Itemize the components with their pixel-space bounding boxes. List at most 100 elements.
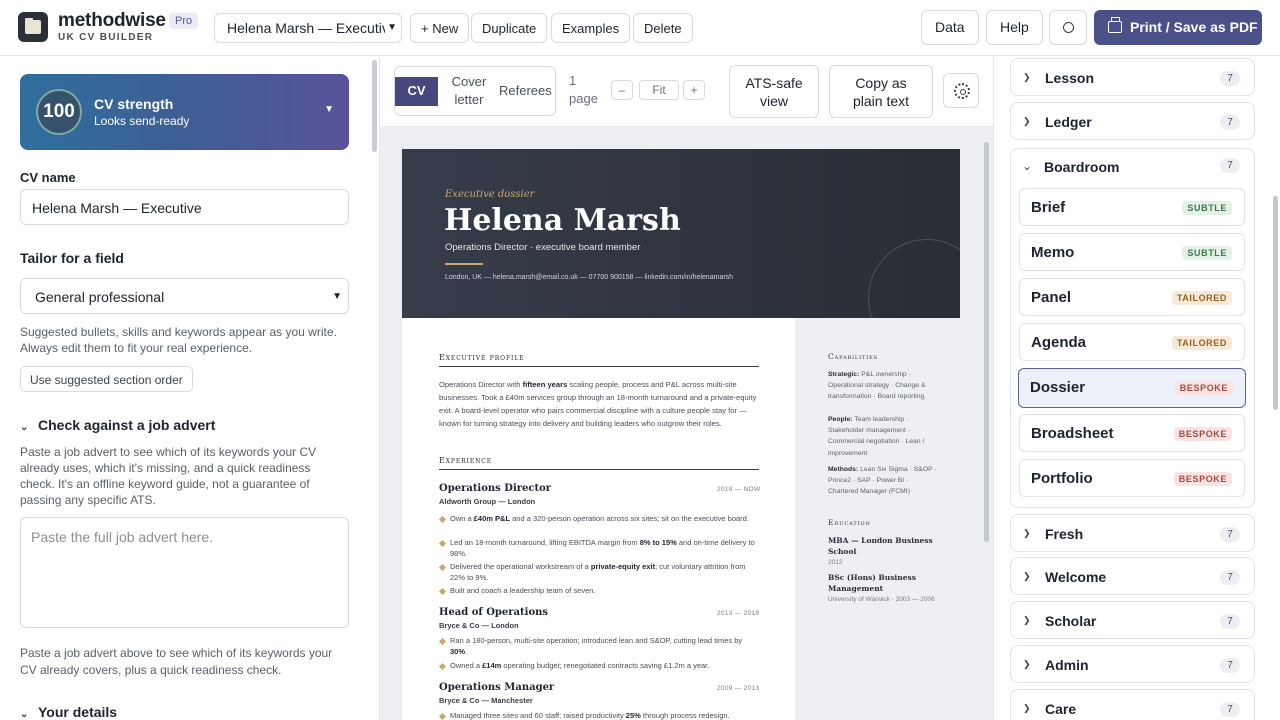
zoom-in-button[interactable]: + bbox=[683, 80, 705, 100]
template-memo[interactable]: Memo SUBTLE bbox=[1019, 233, 1245, 271]
cv-header: Executive dossier Helena Marsh Operation… bbox=[402, 149, 960, 318]
job-role: Operations Manager bbox=[439, 682, 555, 693]
cv-strength-card[interactable]: 100 CV strength Looks send-ready ▼ bbox=[20, 74, 349, 150]
template-agenda[interactable]: Agenda TAILORED bbox=[1019, 323, 1245, 361]
details-toggle[interactable]: ⌄ Your details bbox=[20, 704, 117, 720]
template-group-scholar[interactable]: ❯ Scholar 7 bbox=[1010, 601, 1255, 639]
group-count: 7 bbox=[1220, 115, 1240, 130]
template-name: Dossier bbox=[1030, 379, 1086, 396]
chevron-down-icon: ⌄ bbox=[20, 422, 29, 433]
template-scrollbar[interactable] bbox=[1273, 196, 1278, 410]
education-detail: University of Warwick · 2003 — 2006 bbox=[828, 596, 935, 603]
capabilities-heading: Capabilities bbox=[828, 352, 878, 361]
chevron-down-icon: ⌄ bbox=[20, 709, 29, 720]
chevron-right-icon: ❯ bbox=[1023, 615, 1031, 625]
job-advert-textarea[interactable]: Paste the full job advert here. bbox=[20, 517, 349, 628]
capability-item: Strategic: P&L ownership · Operational s… bbox=[828, 369, 938, 403]
chevron-right-icon: ❯ bbox=[1023, 72, 1031, 82]
job-advert-toggle[interactable]: ⌄ Check against a job advert bbox=[20, 417, 215, 433]
job-advert-note: Paste a job advert to see which of its k… bbox=[20, 445, 317, 507]
section-order-button[interactable]: Use suggested section order bbox=[20, 366, 193, 392]
template-group-care[interactable]: ❯ Care 7 bbox=[1010, 689, 1255, 720]
template-brief[interactable]: Brief SUBTLE bbox=[1019, 188, 1245, 226]
job-company: Bryce & Co — Manchester bbox=[439, 696, 533, 705]
bullet-text: . bbox=[465, 646, 468, 656]
data-button[interactable]: Data bbox=[921, 10, 979, 45]
template-panel-item[interactable]: Panel TAILORED bbox=[1019, 278, 1245, 316]
template-dossier[interactable]: Dossier BESPOKE bbox=[1018, 368, 1246, 408]
group-name: Welcome bbox=[1045, 569, 1107, 585]
template-group-lesson[interactable]: ❯ Lesson 7 bbox=[1010, 58, 1255, 96]
template-group-ledger[interactable]: ❯ Ledger 7 bbox=[1010, 102, 1255, 140]
new-button[interactable]: + New bbox=[410, 13, 470, 43]
page-count: 1 page bbox=[569, 73, 598, 106]
decorative-circle bbox=[868, 239, 960, 318]
capability-item: People: Team leadership · Stakeholder ma… bbox=[828, 414, 938, 459]
tab-cover-letter[interactable]: Cover letter bbox=[442, 73, 496, 115]
caret-down-icon: ▼ bbox=[324, 104, 334, 115]
preview-scrollbar[interactable] bbox=[984, 142, 989, 542]
theme-toggle-button[interactable] bbox=[1049, 10, 1087, 45]
profile-text: Operations Director with fifteen years s… bbox=[439, 378, 759, 430]
diamond-bullet-icon bbox=[438, 662, 447, 671]
group-name[interactable]: Boardroom bbox=[1044, 159, 1119, 175]
template-portfolio[interactable]: Portfolio BESPOKE bbox=[1019, 459, 1245, 497]
duplicate-button[interactable]: Duplicate bbox=[471, 13, 548, 43]
editor-scrollbar[interactable] bbox=[372, 60, 377, 152]
diamond-bullet-icon bbox=[438, 712, 447, 720]
cv-select[interactable]: Helena Marsh — Executive ▼ bbox=[214, 13, 402, 43]
template-group-welcome[interactable]: ❯ Welcome 7 bbox=[1010, 557, 1255, 595]
cv-name-input[interactable]: Helena Marsh — Executive bbox=[20, 189, 349, 225]
examples-button[interactable]: Examples bbox=[551, 13, 631, 43]
bullet-bold: £40m P&L bbox=[473, 514, 511, 523]
pro-badge: Pro bbox=[169, 13, 199, 29]
cv-select-value: Helena Marsh — Executive bbox=[227, 20, 397, 36]
zoom-out-button[interactable]: – bbox=[611, 80, 633, 100]
zoom-fit-button[interactable]: Fit bbox=[639, 80, 679, 100]
template-group-fresh[interactable]: ❯ Fresh 7 bbox=[1010, 514, 1255, 552]
preview-settings-button[interactable] bbox=[943, 73, 979, 108]
gear-icon bbox=[954, 83, 970, 99]
education-heading: Education bbox=[828, 518, 871, 527]
field-select[interactable]: General professional ▼ bbox=[20, 278, 349, 314]
bullet-text: Managed three sites and 60 staff; raised… bbox=[450, 711, 626, 720]
profile-heading: Executive profile bbox=[439, 353, 759, 367]
print-button[interactable]: Print / Save as PDF bbox=[1094, 10, 1262, 45]
bullet-text: Owned a bbox=[450, 661, 483, 670]
template-badge: BESPOKE bbox=[1173, 472, 1232, 486]
gold-divider bbox=[445, 263, 483, 265]
bullet-text: Delivered the operational workstream of … bbox=[450, 562, 591, 571]
education-detail: 2012 bbox=[828, 559, 843, 566]
template-badge: TAILORED bbox=[1171, 336, 1232, 350]
preview-area: CV Cover letter Referees 1 page – Fit + … bbox=[380, 56, 993, 720]
strength-status: Looks send-ready bbox=[94, 114, 190, 128]
template-badge: TAILORED bbox=[1171, 291, 1232, 305]
ats-safe-view-button[interactable]: ATS-safe view bbox=[729, 65, 819, 118]
cv-contact: London, UK — helena.marsh@email.co.uk — … bbox=[445, 274, 734, 281]
bullet-text: Led an 18-month turnaround, lifting EBIT… bbox=[450, 538, 640, 547]
copy-plain-text-button[interactable]: Copy as plain text bbox=[829, 65, 933, 118]
job-company: Bryce & Co — London bbox=[439, 621, 519, 630]
tab-referees[interactable]: Referees bbox=[499, 82, 555, 115]
template-broadsheet[interactable]: Broadsheet BESPOKE bbox=[1019, 414, 1245, 452]
brand-subtitle: UK CV BUILDER bbox=[58, 32, 154, 43]
education-degree: MBA — London Business School bbox=[828, 536, 933, 556]
template-badge: SUBTLE bbox=[1182, 246, 1232, 260]
delete-button[interactable]: Delete bbox=[633, 13, 693, 43]
chevron-down-icon[interactable]: ⌄ bbox=[1022, 159, 1032, 173]
capability-label: People: bbox=[828, 416, 853, 423]
help-button[interactable]: Help bbox=[986, 10, 1043, 45]
profile-text-part: Operations Director with bbox=[439, 380, 523, 389]
printer-icon bbox=[1108, 17, 1122, 33]
job-bullet: Delivered the operational workstream of … bbox=[438, 562, 759, 583]
cv-name-label: CV name bbox=[20, 170, 76, 185]
template-group-admin[interactable]: ❯ Admin 7 bbox=[1010, 645, 1255, 683]
group-name: Ledger bbox=[1045, 114, 1092, 130]
template-name: Broadsheet bbox=[1031, 425, 1114, 442]
bullet-text: and a 320-person operation across six si… bbox=[510, 514, 749, 523]
group-name: Fresh bbox=[1045, 526, 1084, 542]
group-name: Admin bbox=[1045, 657, 1089, 673]
tab-cv[interactable]: CV bbox=[395, 77, 438, 106]
preview-toolbar: CV Cover letter Referees 1 page – Fit + … bbox=[380, 56, 993, 126]
template-badge: BESPOKE bbox=[1174, 381, 1233, 395]
